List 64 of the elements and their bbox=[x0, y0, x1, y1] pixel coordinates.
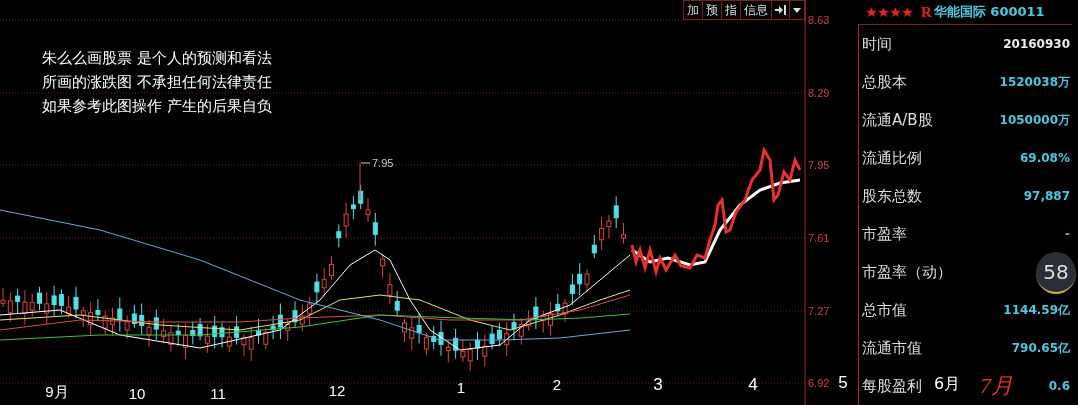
info-value: 1144.59亿 bbox=[1003, 301, 1070, 319]
candlestick bbox=[110, 307, 115, 336]
candlestick bbox=[621, 222, 626, 244]
candlestick bbox=[256, 318, 261, 345]
month-label: 4 bbox=[748, 375, 758, 394]
star-icon bbox=[866, 6, 877, 18]
info-label: 流通市值 bbox=[862, 338, 922, 358]
star-icon bbox=[878, 6, 889, 18]
price-label: 6.92 bbox=[808, 377, 830, 389]
price-label: 7.27 bbox=[808, 305, 830, 317]
disclaimer-line: 所画的涨跌图 不承担任何法律责任 bbox=[42, 72, 272, 93]
pin-button[interactable] bbox=[772, 1, 790, 19]
info-value: - bbox=[1065, 227, 1070, 241]
month-label: 1 bbox=[456, 379, 466, 396]
toolbar-button[interactable]: 加 bbox=[684, 1, 703, 19]
arrow-to-bar-icon bbox=[775, 5, 786, 15]
price-label: 7.61 bbox=[808, 232, 830, 244]
annotation-text: 6月 bbox=[934, 374, 961, 395]
widget-reading: 58 bbox=[1043, 260, 1069, 284]
price-label: 7.95 bbox=[808, 159, 830, 171]
info-label: 市盈率（动） bbox=[862, 262, 952, 282]
info-value: 790.65亿 bbox=[1011, 339, 1070, 357]
dropdown-button[interactable] bbox=[790, 1, 805, 19]
info-label: 总股本 bbox=[862, 72, 907, 92]
market-mark: R bbox=[921, 3, 932, 21]
disclaimer-line: 朱么么画股票 是个人的预测和看法 bbox=[42, 48, 272, 69]
month-label: 12 bbox=[328, 382, 346, 399]
caret-icon bbox=[793, 7, 801, 13]
disclaimer-line: 如果参考此图操作 产生的后果自负 bbox=[42, 96, 272, 117]
month-label: 9月 bbox=[45, 383, 69, 400]
price-label: 8.29 bbox=[808, 87, 830, 99]
month-label: 11 bbox=[210, 385, 226, 402]
toolbar-button[interactable]: 指 bbox=[722, 1, 741, 19]
candlestick bbox=[402, 318, 407, 343]
toolbar-button[interactable]: 预 bbox=[703, 1, 722, 19]
info-value: 1050000万 bbox=[999, 111, 1070, 129]
stock-title: 华能国际 600011 bbox=[933, 3, 1045, 21]
info-label: 股东总数 bbox=[862, 186, 922, 206]
info-label: 时间 bbox=[862, 34, 892, 54]
info-value: 97,887 bbox=[1023, 189, 1070, 203]
info-label: 总市值 bbox=[862, 300, 907, 320]
info-value: 0.6 bbox=[1048, 379, 1070, 393]
star-icon bbox=[902, 6, 913, 18]
info-label: 流通比例 bbox=[862, 148, 922, 168]
candlestick bbox=[329, 255, 334, 281]
annotation-text: 7月 bbox=[980, 372, 1013, 400]
info-value: 20160930 bbox=[1003, 37, 1070, 51]
candlestick bbox=[591, 234, 597, 259]
month-label: 3 bbox=[653, 375, 663, 394]
candlestick bbox=[37, 286, 42, 311]
candlestick bbox=[183, 322, 188, 360]
info-label: 每股盈利 bbox=[862, 376, 922, 396]
info-value: 69.08% bbox=[1020, 151, 1070, 165]
month-label: 5 bbox=[838, 373, 848, 392]
month-label: 2 bbox=[552, 376, 562, 393]
month-label: 10 bbox=[128, 385, 146, 402]
info-value: 1520038万 bbox=[999, 73, 1070, 91]
info-label: 流通A/B股 bbox=[862, 110, 933, 130]
star-icon bbox=[890, 6, 901, 18]
price-label: 8.63 bbox=[808, 14, 830, 26]
toolbar-button[interactable]: 信息 bbox=[741, 1, 772, 19]
info-label: 市盈率 bbox=[862, 224, 907, 244]
candlestick bbox=[548, 301, 553, 337]
candlestick bbox=[475, 331, 480, 361]
